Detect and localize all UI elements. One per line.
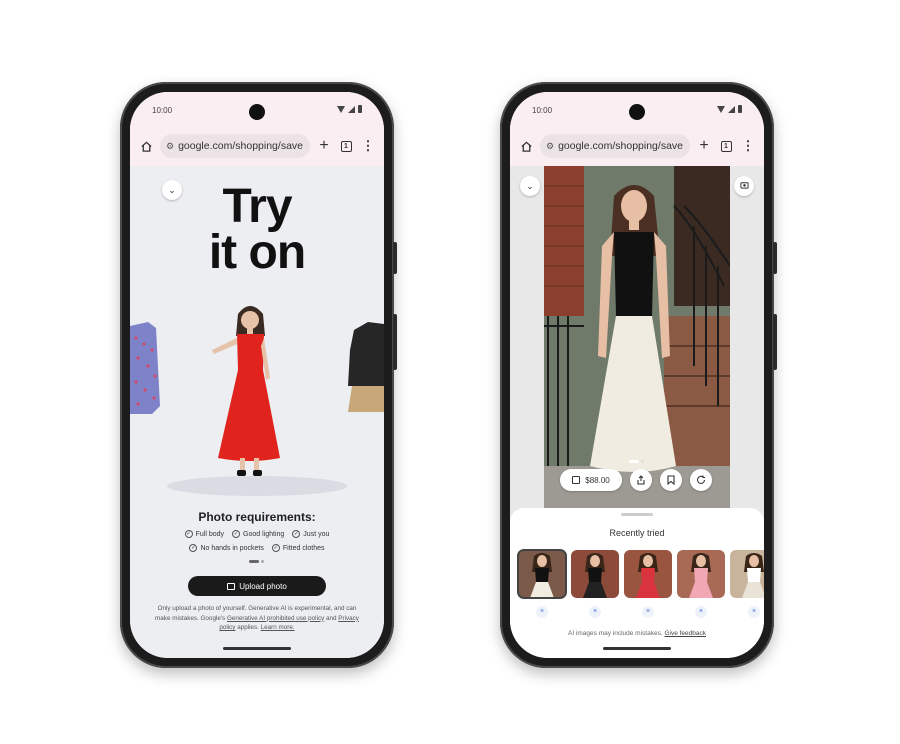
battery-icon	[738, 105, 742, 113]
chevron-down-icon[interactable]: ⌄	[520, 176, 540, 196]
requirements-row-2: ✓ No hands in pockets ✓ Fitted clothes	[130, 544, 384, 552]
requirement-item: ✓ No hands in pockets	[189, 544, 264, 552]
requirements-row-1: ✓ Full body ✓ Good lighting ✓ Just you	[130, 530, 384, 538]
recent-thumbnail[interactable]	[730, 550, 764, 598]
give-feedback-link[interactable]: Give feedback	[664, 630, 706, 637]
side-garment-left	[130, 322, 160, 414]
close-icon: ×	[589, 606, 601, 618]
close-icon: ×	[748, 606, 760, 618]
remove-thumbnail-button[interactable]: ×	[518, 606, 566, 618]
try-on-photo	[544, 166, 730, 508]
system-icons	[337, 105, 362, 113]
address-bar[interactable]: ⚙ google.com/shopping/save	[160, 134, 310, 158]
price-button[interactable]: $88.00	[560, 469, 622, 491]
photo-icon	[227, 582, 236, 590]
system-icons	[717, 105, 742, 113]
ai-disclaimer: AI images may include mistakes. Give fee…	[567, 630, 707, 637]
model-figure	[212, 306, 280, 476]
model-illustration	[130, 306, 384, 496]
remove-thumbnail-button[interactable]: ×	[677, 606, 725, 618]
more-menu-icon[interactable]: ⋮	[740, 138, 756, 154]
check-icon: ✓	[271, 544, 280, 552]
generative-ai-policy-link[interactable]: Generative AI prohibited use policy	[227, 615, 324, 622]
upload-photo-label: Upload photo	[239, 581, 287, 591]
try-on-intro: ⌄ Try it on Photo requirements: ✓ Full b…	[130, 166, 384, 658]
new-tab-button[interactable]: +	[316, 137, 332, 154]
recent-thumbnail[interactable]	[571, 550, 619, 598]
requirement-item: ✓ Full body	[184, 530, 225, 538]
carousel-indicator	[249, 560, 264, 563]
remove-thumbnail-button[interactable]: ×	[624, 606, 672, 618]
url-text: google.com/shopping/save	[178, 140, 303, 152]
address-bar[interactable]: ⚙ google.com/shopping/save	[540, 134, 690, 158]
status-time: 10:00	[532, 106, 553, 115]
remove-buttons: × × × × ×	[518, 606, 764, 618]
browser-toolbar: ⚙ google.com/shopping/save + 1 ⋮	[130, 126, 384, 166]
recent-thumbnail[interactable]	[624, 550, 672, 598]
close-icon: ×	[536, 606, 548, 618]
signal-icon	[348, 105, 355, 113]
recent-thumbnail[interactable]	[517, 549, 567, 599]
status-time: 10:00	[152, 106, 173, 115]
gesture-bar[interactable]	[603, 647, 671, 650]
phone-screen: 10:00 ⚙ google.com/shopping/save + 1 ⋮ $…	[510, 92, 764, 658]
wifi-icon	[337, 105, 345, 113]
more-menu-icon[interactable]: ⋮	[360, 138, 376, 154]
check-icon: ✓	[189, 544, 198, 552]
signal-icon	[728, 105, 735, 113]
home-icon[interactable]	[138, 138, 154, 154]
hero-title: Try it on	[208, 180, 306, 279]
front-camera	[249, 104, 265, 120]
home-icon[interactable]	[518, 138, 534, 154]
recently-tried-list	[517, 549, 764, 599]
url-text: google.com/shopping/save	[558, 140, 683, 152]
upload-photo-button[interactable]: Upload photo	[188, 576, 326, 596]
close-icon: ×	[695, 606, 707, 618]
remove-thumbnail-button[interactable]: ×	[730, 606, 764, 618]
shopping-bag-icon	[572, 476, 581, 484]
close-icon: ×	[642, 606, 654, 618]
gesture-bar[interactable]	[223, 647, 291, 650]
bookmark-icon[interactable]	[660, 469, 682, 491]
recently-tried-sheet: Recently tried × × × × × AI images may inclu…	[510, 508, 764, 658]
tune-icon[interactable]: ⚙	[546, 141, 554, 152]
tab-switcher-button[interactable]: 1	[718, 138, 734, 154]
check-icon: ✓	[232, 530, 241, 538]
carousel-indicator	[629, 460, 644, 463]
tab-count: 1	[720, 140, 732, 152]
tune-icon[interactable]: ⚙	[166, 141, 174, 152]
add-photo-icon[interactable]	[734, 176, 754, 196]
phone-screen: 10:00 ⚙ google.com/shopping/save + 1 ⋮ ⌄	[130, 92, 384, 658]
new-tab-button[interactable]: +	[696, 137, 712, 154]
recently-tried-title: Recently tried	[609, 528, 665, 538]
remove-thumbnail-button[interactable]: ×	[571, 606, 619, 618]
check-icon: ✓	[184, 530, 193, 538]
wifi-icon	[717, 105, 725, 113]
browser-toolbar: ⚙ google.com/shopping/save + 1 ⋮	[510, 126, 764, 166]
recent-thumbnail[interactable]	[677, 550, 725, 598]
sheet-handle[interactable]	[621, 513, 653, 516]
phone-left: 10:00 ⚙ google.com/shopping/save + 1 ⋮ ⌄	[120, 82, 397, 668]
tab-count: 1	[340, 140, 352, 152]
disclaimer: Only upload a photo of yourself. Generat…	[155, 605, 359, 631]
requirement-item: ✓ Good lighting	[232, 530, 285, 538]
share-icon[interactable]	[630, 469, 652, 491]
refresh-icon[interactable]	[690, 469, 712, 491]
tab-switcher-button[interactable]: 1	[338, 138, 354, 154]
learn-more-link[interactable]: Learn more.	[261, 624, 295, 631]
check-icon: ✓	[292, 530, 301, 538]
try-on-result: $88.00 ⌄ Recently tried × × × × × AI ima…	[510, 166, 764, 658]
side-garment-right	[348, 322, 384, 412]
phone-right: 10:00 ⚙ google.com/shopping/save + 1 ⋮ $…	[500, 82, 777, 668]
battery-icon	[358, 105, 362, 113]
front-camera	[629, 104, 645, 120]
price-label: $88.00	[585, 475, 610, 485]
requirements-title: Photo requirements:	[198, 510, 316, 524]
requirement-item: ✓ Just you	[292, 530, 330, 538]
requirement-item: ✓ Fitted clothes	[271, 544, 325, 552]
